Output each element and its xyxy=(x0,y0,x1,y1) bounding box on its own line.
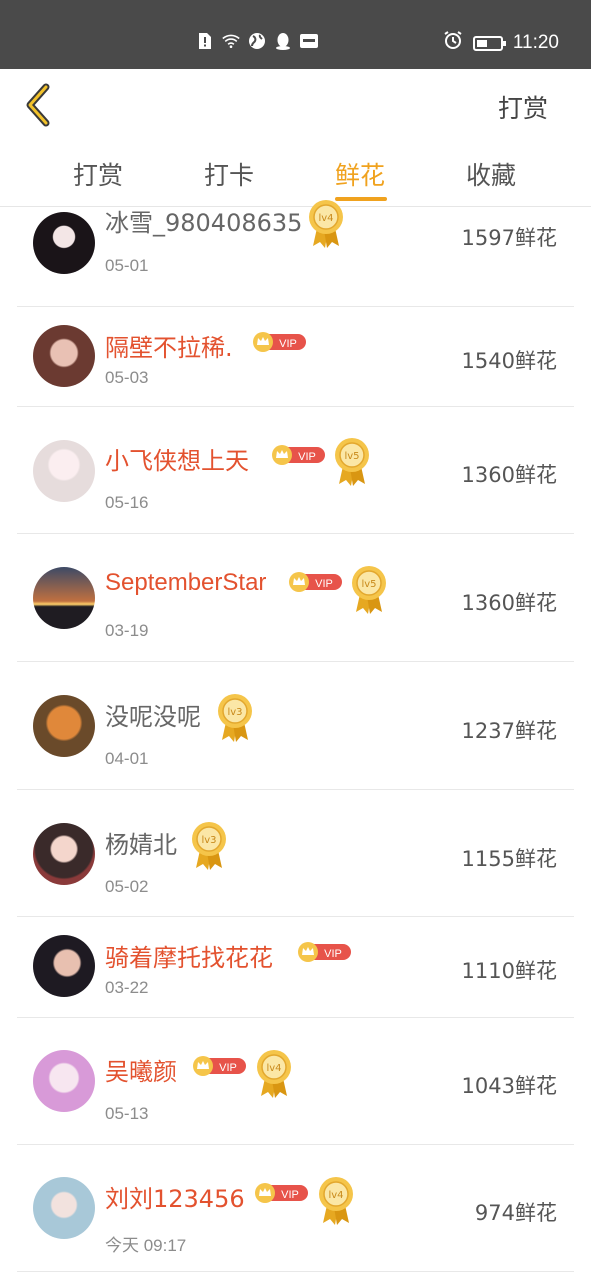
item-date: 05-13 xyxy=(105,1104,149,1123)
svg-text:lv5: lv5 xyxy=(344,451,359,462)
status-icons xyxy=(196,32,318,50)
item-date: 03-19 xyxy=(105,621,149,640)
svg-text:VIP: VIP xyxy=(281,1189,299,1201)
globe-icon xyxy=(248,32,266,50)
flower-count: 1540鲜花 xyxy=(461,349,557,373)
vip-badge: VIP xyxy=(297,941,351,963)
avatar xyxy=(33,695,95,757)
level-badge-icon: lv4 xyxy=(317,1175,355,1225)
list-item[interactable]: 杨婧北 lv3 05-02 1155鲜花 xyxy=(17,790,574,917)
tab-checkin[interactable]: 打卡 xyxy=(204,156,254,192)
avatar xyxy=(33,1050,95,1112)
user-name: 吴曦颜 xyxy=(105,1058,177,1086)
vip-badge: VIP xyxy=(288,571,342,593)
item-date: 05-16 xyxy=(105,493,149,512)
svg-text:VIP: VIP xyxy=(298,451,316,463)
item-date: 04-01 xyxy=(105,749,149,768)
list-item[interactable]: 隔壁不拉稀. VIP 05-03 1540鲜花 xyxy=(17,307,574,407)
svg-text:lv3: lv3 xyxy=(227,707,242,718)
user-name: 冰雪_980408635 xyxy=(105,209,303,237)
vip-badge: VIP xyxy=(192,1055,246,1077)
alarm-icon xyxy=(443,30,463,56)
svg-text:lv4: lv4 xyxy=(266,1063,281,1074)
flower-count: 1360鲜花 xyxy=(461,463,557,487)
list-item[interactable]: 小飞侠想上天 VIP lv5 05-16 1360鲜花 xyxy=(17,407,574,534)
user-name: 骑着摩托找花花 xyxy=(105,944,273,972)
svg-text:lv4: lv4 xyxy=(318,213,333,224)
user-name: 刘刘123456 xyxy=(105,1185,245,1213)
flower-count: 1237鲜花 xyxy=(461,719,557,743)
svg-text:lv3: lv3 xyxy=(201,835,216,846)
list-item[interactable]: 没呢没呢 lv3 04-01 1237鲜花 xyxy=(17,662,574,790)
vip-badge: VIP xyxy=(252,331,306,353)
avatar xyxy=(33,567,95,629)
avatar xyxy=(33,935,95,997)
item-date: 05-03 xyxy=(105,368,149,387)
list-item[interactable]: 骑着摩托找花花 VIP 03-22 1110鲜花 xyxy=(17,917,574,1018)
flower-count: 1597鲜花 xyxy=(461,226,557,250)
qq-icon xyxy=(274,32,292,50)
item-date: 05-02 xyxy=(105,877,149,896)
svg-text:VIP: VIP xyxy=(324,948,342,960)
list-item[interactable]: 冰雪_980408635 lv4 05-01 1597鲜花 xyxy=(17,195,574,307)
user-name: 杨婧北 xyxy=(105,831,177,859)
reward-button[interactable]: 打赏 xyxy=(498,89,548,125)
back-button[interactable] xyxy=(22,83,58,127)
item-date: 03-22 xyxy=(105,978,149,997)
item-date: 05-01 xyxy=(105,256,149,275)
flower-count: 1043鲜花 xyxy=(461,1074,557,1098)
avatar xyxy=(33,440,95,502)
level-badge-icon: lv4 xyxy=(255,1048,293,1098)
sim-alert-icon xyxy=(196,32,214,50)
tab-flowers[interactable]: 鲜花 xyxy=(335,156,385,192)
level-badge-icon: lv4 xyxy=(307,198,345,248)
battery-icon xyxy=(472,35,506,51)
svg-text:VIP: VIP xyxy=(279,338,297,350)
level-badge-icon: lv3 xyxy=(216,692,254,742)
user-name: 小飞侠想上天 xyxy=(105,447,249,475)
tab-favorites[interactable]: 收藏 xyxy=(466,156,516,192)
flower-count: 1110鲜花 xyxy=(461,959,557,983)
item-date: 今天 09:17 xyxy=(105,1236,187,1255)
flower-count: 1360鲜花 xyxy=(461,591,557,615)
flower-count: 1155鲜花 xyxy=(461,847,557,871)
status-right: 11:20 xyxy=(443,30,559,56)
list-item[interactable]: 刘刘123456 VIP lv4 今天 09:17 974鲜花 xyxy=(17,1145,574,1272)
user-name: 没呢没呢 xyxy=(105,703,201,731)
svg-text:lv4: lv4 xyxy=(328,1190,343,1201)
level-badge-icon: lv3 xyxy=(190,820,228,870)
user-name: SeptemberStar xyxy=(105,569,267,596)
status-time: 11:20 xyxy=(512,32,559,53)
svg-text:lv5: lv5 xyxy=(361,579,376,590)
user-name: 隔壁不拉稀. xyxy=(105,334,233,362)
app-header: 打赏 xyxy=(0,69,591,141)
vip-badge: VIP xyxy=(254,1182,308,1204)
avatar xyxy=(33,325,95,387)
chevron-left-icon xyxy=(26,83,50,127)
avatar xyxy=(33,1177,95,1239)
vip-badge: VIP xyxy=(271,444,325,466)
hms-icon xyxy=(300,32,318,50)
avatar xyxy=(33,212,95,274)
flower-count: 974鲜花 xyxy=(474,1201,557,1225)
wifi-icon xyxy=(222,32,240,50)
avatar xyxy=(33,823,95,885)
svg-text:VIP: VIP xyxy=(219,1062,237,1074)
svg-text:VIP: VIP xyxy=(315,578,333,590)
status-bar: 11:20 xyxy=(0,0,591,69)
level-badge-icon: lv5 xyxy=(333,436,371,486)
level-badge-icon: lv5 xyxy=(350,564,388,614)
tab-reward[interactable]: 打赏 xyxy=(73,156,123,192)
list-item[interactable]: 吴曦颜 VIP lv4 05-13 1043鲜花 xyxy=(17,1018,574,1145)
list-item[interactable]: SeptemberStar VIP lv5 03-19 1360鲜花 xyxy=(17,534,574,662)
